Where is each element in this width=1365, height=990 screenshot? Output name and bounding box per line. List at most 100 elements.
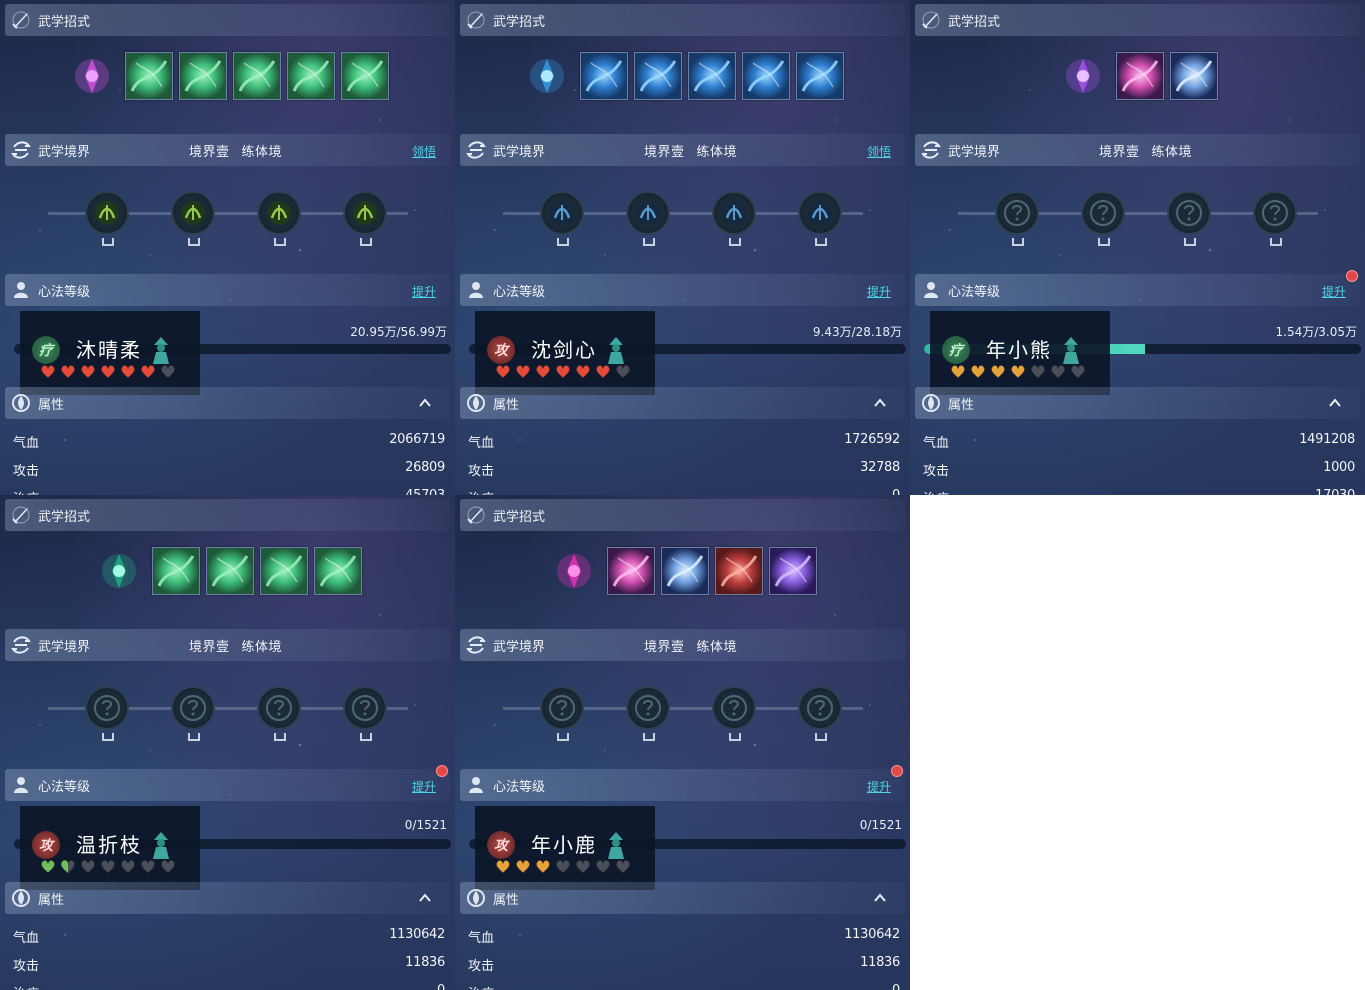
heart-icon: [554, 363, 572, 383]
moon-realm-icon[interactable]: [171, 191, 215, 246]
crimson-vine-skill-icon[interactable]: [714, 547, 763, 595]
purple-spirit-skill-icon[interactable]: [768, 547, 817, 595]
xinfa-header-title: 心法等级: [493, 284, 546, 300]
character-card[interactable]: 攻温折枝: [20, 806, 200, 890]
question-realm-icon[interactable]: [1167, 191, 1211, 246]
question-realm-icon[interactable]: [626, 686, 670, 741]
attrs-header[interactable]: 属性: [5, 387, 450, 419]
attr-label: 治疗: [923, 488, 949, 495]
leaf-storm-skill-icon[interactable]: [178, 52, 227, 100]
question-realm-icon[interactable]: [1081, 191, 1125, 246]
emerald-warrior-skill-icon[interactable]: [94, 546, 144, 596]
blue-serpent-skill-icon[interactable]: [660, 547, 709, 595]
comprehend-link[interactable]: 领悟: [867, 143, 891, 160]
ripple-strike-skill-icon[interactable]: [633, 52, 682, 100]
question-realm-icon[interactable]: [798, 686, 842, 741]
attrs-header[interactable]: 属性: [5, 882, 450, 914]
upgrade-link[interactable]: 提升: [867, 283, 891, 300]
wave-realm-icon[interactable]: [257, 191, 301, 246]
pink-fan-skill-icon[interactable]: [1115, 52, 1164, 100]
sword-rain-skill-icon[interactable]: [579, 52, 628, 100]
chevron-up-icon[interactable]: [873, 395, 887, 409]
realm-header: 武学境界 境界壹 练体境 领悟: [5, 134, 450, 166]
star-rating: [39, 858, 177, 878]
question-realm-icon[interactable]: [540, 686, 584, 741]
crane-dance-skill-icon[interactable]: [340, 52, 389, 100]
blue-orb-skill-icon[interactable]: [522, 51, 572, 101]
realm-tier: 境界壹: [189, 144, 230, 160]
chevron-up-icon[interactable]: [1328, 395, 1342, 409]
upgrade-link[interactable]: 提升: [412, 778, 436, 795]
lightning-stab-skill-icon[interactable]: [741, 52, 790, 100]
attr-value: 2066719: [389, 432, 445, 447]
magenta-rune-skill-icon[interactable]: [549, 546, 599, 596]
comprehend-link[interactable]: 领悟: [412, 143, 436, 160]
chevron-up-icon[interactable]: [418, 890, 432, 904]
attribute-orb-icon: [920, 392, 942, 414]
green-swirl-skill-icon[interactable]: [232, 52, 281, 100]
attrs-header[interactable]: 属性: [460, 882, 905, 914]
upgrade-link[interactable]: 提升: [412, 283, 436, 300]
attrs-header-title: 属性: [38, 892, 65, 908]
lotus-realm-icon[interactable]: [343, 191, 387, 246]
attr-label: 攻击: [468, 959, 495, 974]
star-rating: [494, 858, 632, 878]
attrs-header[interactable]: 属性: [915, 387, 1360, 419]
attr-value: 1130642: [844, 927, 900, 942]
jade-ring-skill-icon[interactable]: [259, 547, 308, 595]
green-star-skill-icon[interactable]: [606, 547, 655, 595]
character-panel: 武学招式 武学境界 境界壹 练体境 领悟 心法等级 提升 20.95万/56.99万疗沐晴柔属…: [0, 0, 455, 495]
chevron-up-icon[interactable]: [873, 890, 887, 904]
heart-icon: [139, 363, 157, 383]
realm-node-socket: [643, 733, 655, 741]
question-realm-icon[interactable]: [712, 686, 756, 741]
realm-stage: 练体境: [696, 639, 738, 655]
upgrade-link[interactable]: 提升: [867, 778, 891, 795]
character-card[interactable]: 疗沐晴柔: [20, 311, 200, 395]
character-card[interactable]: 疗年小熊: [930, 311, 1110, 395]
flying-sword-skill-icon[interactable]: [795, 52, 844, 100]
question-realm-icon[interactable]: [257, 686, 301, 741]
question-realm-icon[interactable]: [343, 686, 387, 741]
jade-wave-skill-icon[interactable]: [124, 52, 173, 100]
question-realm-icon[interactable]: [1253, 191, 1297, 246]
sword-fan-realm-icon[interactable]: [540, 191, 584, 246]
attr-row-partial: 治疗 0: [468, 983, 900, 990]
attribute-list: 气血 1726592 攻击 32788 治疗 0: [468, 432, 900, 495]
leaf-realm-icon[interactable]: [85, 191, 129, 246]
yin-yang-skill-icon[interactable]: [313, 547, 362, 595]
thorn-spear-skill-icon[interactable]: [205, 547, 254, 595]
chevron-up-icon[interactable]: [418, 395, 432, 409]
violet-crystal-skill-icon[interactable]: [1058, 51, 1108, 101]
heart-icon: [514, 363, 532, 383]
character-card[interactable]: 攻年小鹿: [475, 806, 655, 890]
upgrade-link[interactable]: 提升: [1322, 283, 1346, 300]
heart-icon: [989, 363, 1007, 383]
attr-row-atk: 攻击 1000: [923, 460, 1355, 488]
question-realm-icon[interactable]: [171, 686, 215, 741]
blade-realm-icon[interactable]: [712, 191, 756, 246]
attr-label: 治疗: [468, 983, 494, 990]
realm-stage: 练体境: [696, 144, 738, 160]
attr-label: 治疗: [13, 983, 39, 990]
realm-header: 武学境界 境界壹 练体境: [915, 134, 1360, 166]
attr-value: 1000: [1323, 460, 1355, 475]
question-realm-icon[interactable]: [995, 191, 1039, 246]
knight-realm-icon[interactable]: [798, 191, 842, 246]
attribute-orb-icon: [465, 887, 487, 909]
dark-branch-skill-icon[interactable]: [151, 547, 200, 595]
character-card[interactable]: 攻沈剑心: [475, 311, 655, 395]
attr-row-partial: 治疗 17030: [923, 488, 1355, 495]
skill-row: [0, 50, 455, 102]
purple-dancer-skill-icon[interactable]: [67, 51, 117, 101]
attrs-header[interactable]: 属性: [460, 387, 905, 419]
blade-leaf-skill-icon[interactable]: [286, 52, 335, 100]
question-realm-icon[interactable]: [85, 686, 129, 741]
ice-net-skill-icon[interactable]: [1169, 52, 1218, 100]
realm-tier: 境界壹: [644, 144, 685, 160]
heart-icon: [534, 363, 552, 383]
heart-icon: [139, 858, 157, 878]
crescent-slash-skill-icon[interactable]: [687, 52, 736, 100]
attr-label: 治疗: [468, 488, 494, 495]
spiral-realm-icon[interactable]: [626, 191, 670, 246]
